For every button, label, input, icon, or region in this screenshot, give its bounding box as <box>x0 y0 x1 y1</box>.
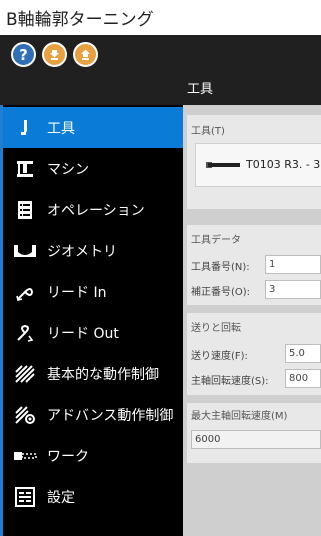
title-bar: B軸輪郭ターニング <box>0 0 321 35</box>
tool-icon <box>3 119 47 137</box>
max-spindle-field[interactable]: 6000 <box>191 430 321 449</box>
sidebar-item-label: アドバンス動作制御 <box>47 407 174 424</box>
sidebar-item-lead-in[interactable]: リード In <box>3 271 183 312</box>
app-window: B軸輪郭ターニング ? 工具 工具 マシン オペレーション ジオメトリ リード … <box>0 0 321 536</box>
tool-preview-icon <box>208 163 240 167</box>
sidebar-item-label: リード Out <box>47 325 119 342</box>
sidebar-item-label: リード In <box>47 284 107 301</box>
window-title: B軸輪郭ターニング <box>6 10 154 30</box>
sidebar-item-label: 設定 <box>47 489 75 506</box>
upload-icon <box>81 49 90 60</box>
sidebar-item-label: ワーク <box>47 448 89 465</box>
spindle-speed-label: 主軸回転速度(S): <box>191 376 269 387</box>
sidebar-item-label: ジオメトリ <box>47 243 117 260</box>
max-spindle-group: 最大主軸回転速度(M) 6000 <box>187 403 321 463</box>
settings-icon <box>3 486 47 507</box>
advanced-motion-icon <box>3 405 47 425</box>
sidebar-item-geometry[interactable]: ジオメトリ <box>3 230 183 271</box>
sidebar-item-machine[interactable]: マシン <box>3 148 183 189</box>
sidebar-item-label: オペレーション <box>47 202 145 219</box>
sidebar-item-label: 工具 <box>47 120 75 137</box>
download-button[interactable] <box>42 42 67 67</box>
max-spindle-title: 最大主軸回転速度(M) <box>191 411 288 422</box>
operation-icon <box>3 200 47 220</box>
help-button[interactable]: ? <box>11 42 36 67</box>
feed-speed-group: 送りと回転 送り速度(F): 5.0 主軸回転速度(S): 800 <box>187 313 321 395</box>
tool-data-title: 工具データ <box>191 235 241 246</box>
sidebar-item-operation[interactable]: オペレーション <box>3 189 183 230</box>
feed-rate-label: 送り速度(F): <box>191 351 248 362</box>
tool-group: 工具(T) T0103 R3. - 3D <box>187 115 321 209</box>
tool-group-title: 工具(T) <box>191 126 225 137</box>
basic-motion-icon <box>3 364 47 384</box>
offset-number-label: 補正番号(O): <box>191 287 251 298</box>
offset-number-field[interactable]: 3 <box>265 280 321 299</box>
geometry-icon <box>3 244 47 258</box>
top-toolbar: ? 工具 <box>0 35 321 105</box>
panel-title: 工具 <box>187 82 214 97</box>
spindle-speed-field[interactable]: 800 <box>285 369 321 388</box>
tool-data-group: 工具データ 工具番号(N): 1 補正番号(O): 3 <box>187 225 321 305</box>
tool-number-field[interactable]: 1 <box>265 255 321 274</box>
lead-out-icon <box>3 323 47 343</box>
sidebar-item-tool[interactable]: 工具 <box>3 107 183 148</box>
main-panel: 工具(T) T0103 R3. - 3D 工具データ 工具番号(N): 1 補正… <box>183 105 321 536</box>
tool-selector[interactable]: T0103 R3. - 3D <box>195 143 321 187</box>
tool-number-label: 工具番号(N): <box>191 262 250 273</box>
sidebar: 工具 マシン オペレーション ジオメトリ リード In リード Out 基本的な… <box>3 105 183 536</box>
feed-rate-field[interactable]: 5.0 <box>285 344 321 363</box>
work-icon <box>3 450 47 462</box>
feed-speed-title: 送りと回転 <box>191 323 241 334</box>
sidebar-item-settings[interactable]: 設定 <box>3 476 183 517</box>
sidebar-item-advanced-motion[interactable]: アドバンス動作制御 <box>3 394 183 435</box>
sidebar-item-label: 基本的な動作制御 <box>47 366 159 383</box>
sidebar-item-basic-motion[interactable]: 基本的な動作制御 <box>3 353 183 394</box>
upload-button[interactable] <box>73 42 98 67</box>
sidebar-item-label: マシン <box>47 161 89 178</box>
lead-in-icon <box>3 282 47 302</box>
selected-tool-label: T0103 R3. - 3D <box>246 158 321 171</box>
sidebar-item-lead-out[interactable]: リード Out <box>3 312 183 353</box>
machine-icon <box>3 160 47 178</box>
download-icon <box>50 50 59 60</box>
help-icon: ? <box>19 45 28 64</box>
sidebar-item-work[interactable]: ワーク <box>3 435 183 476</box>
